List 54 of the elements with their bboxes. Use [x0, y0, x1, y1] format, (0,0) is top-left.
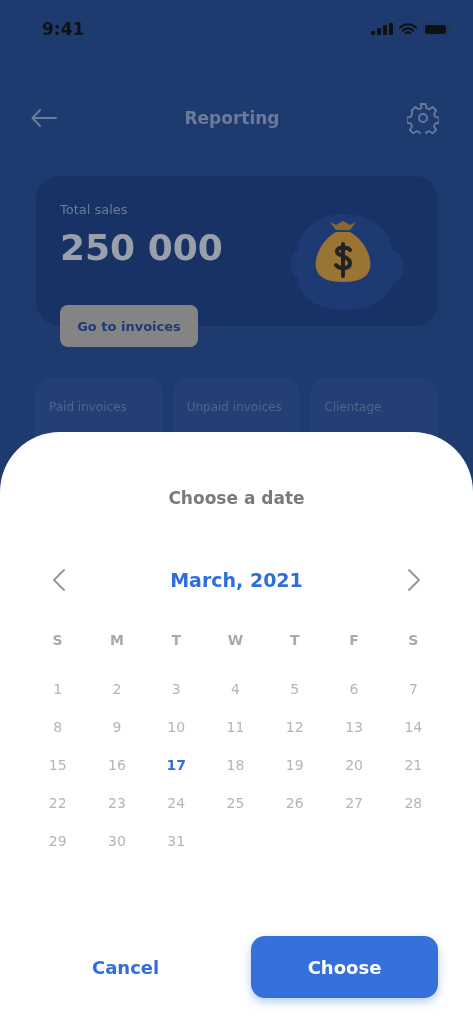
- weekday-label: S: [52, 632, 63, 648]
- calendar-day[interactable]: 6: [349, 680, 359, 699]
- calendar-day[interactable]: 29: [48, 832, 67, 851]
- battery-icon: [423, 22, 451, 36]
- calendar-day[interactable]: 5: [290, 680, 300, 699]
- month-title: March, 2021: [170, 569, 303, 591]
- calendar-day[interactable]: 15: [48, 756, 67, 775]
- calendar-day[interactable]: 9: [112, 718, 122, 737]
- page-title: Reporting: [184, 108, 280, 128]
- calendar-day[interactable]: 30: [108, 832, 126, 851]
- calendar-day[interactable]: 18: [226, 756, 245, 775]
- calendar-day[interactable]: 21: [404, 756, 423, 775]
- calendar-day[interactable]: 19: [285, 756, 304, 775]
- calendar-day[interactable]: 26: [285, 794, 304, 813]
- calendar-day[interactable]: 16: [108, 756, 126, 775]
- wifi-icon: [399, 22, 417, 36]
- calendar-day[interactable]: 1: [53, 680, 63, 699]
- status-time: 9:41: [42, 19, 85, 39]
- calendar-day[interactable]: 20: [345, 756, 363, 775]
- previous-month-icon[interactable]: [52, 568, 66, 592]
- weekday-label: T: [171, 632, 181, 648]
- calendar-day[interactable]: 4: [231, 680, 240, 699]
- sales-value: 250 000: [60, 227, 223, 268]
- sheet-title: Choose a date: [168, 488, 305, 508]
- weekday-label: W: [227, 632, 244, 648]
- next-month-icon[interactable]: [407, 568, 421, 592]
- calendar-day[interactable]: 2: [112, 680, 122, 699]
- calendar-day[interactable]: 7: [408, 680, 418, 699]
- calendar-day[interactable]: 22: [48, 794, 67, 813]
- calendar-day[interactable]: 23: [108, 794, 126, 813]
- calendar-day[interactable]: 24: [167, 794, 186, 813]
- weekday-label: F: [349, 632, 359, 648]
- calendar-day[interactable]: 17: [166, 756, 186, 775]
- calendar-day[interactable]: 28: [404, 794, 423, 813]
- calendar-day[interactable]: 11: [226, 718, 245, 737]
- sales-label: Total sales: [60, 202, 129, 217]
- calendar-day[interactable]: 31: [167, 832, 186, 851]
- signal-icon: [371, 23, 393, 35]
- weekday-label: T: [290, 632, 300, 648]
- calendar-day[interactable]: 3: [171, 680, 181, 699]
- cancel-button[interactable]: Cancel: [80, 948, 172, 986]
- weekday-label: S: [408, 632, 419, 648]
- weekday-label: M: [109, 632, 124, 648]
- back-arrow-icon[interactable]: [31, 109, 57, 127]
- go-to-invoices-button[interactable]: Go to invoices: [60, 305, 198, 347]
- calendar-day[interactable]: 25: [226, 794, 245, 813]
- settings-icon[interactable]: [407, 102, 439, 134]
- calendar-day[interactable]: 12: [285, 718, 304, 737]
- calendar-day[interactable]: 8: [53, 718, 63, 737]
- calendar-day[interactable]: 27: [345, 794, 363, 813]
- calendar-day[interactable]: 10: [167, 718, 186, 737]
- calendar-day[interactable]: 13: [345, 718, 363, 737]
- choose-button[interactable]: Choose: [251, 936, 438, 998]
- calendar-day[interactable]: 14: [404, 718, 423, 737]
